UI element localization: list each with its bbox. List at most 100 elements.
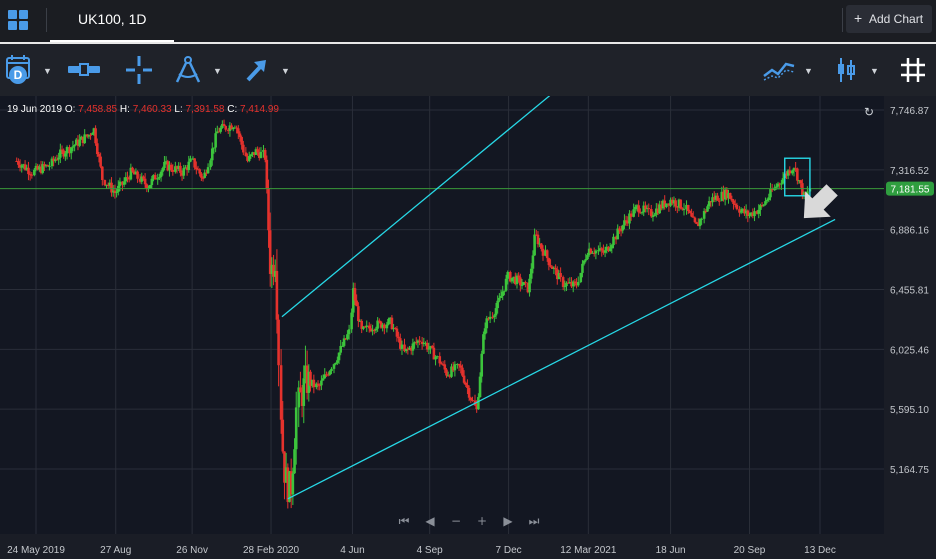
candle-body — [477, 397, 480, 410]
candle-body — [256, 149, 259, 153]
candle-body — [649, 208, 653, 217]
candle-body — [698, 219, 702, 227]
chevron-down-icon[interactable]: ▼ — [804, 66, 813, 76]
chart-area[interactable]: 7,746.87 7,316.52 6,886.16 6,455.81 6,025.46… — [0, 96, 936, 559]
candle-body — [55, 159, 59, 161]
candle-body — [584, 259, 588, 261]
high-value: 7,460.33 — [132, 104, 172, 115]
candle-body — [582, 260, 586, 264]
candle-body — [674, 200, 677, 207]
chevron-down-icon[interactable]: ▼ — [870, 66, 879, 76]
candle-body — [198, 169, 201, 174]
add-chart-button[interactable]: + Add Chart — [846, 5, 932, 33]
x-tick-label: 24 May 2019 — [7, 545, 65, 556]
candle-body — [259, 151, 263, 158]
candle-body — [634, 206, 637, 210]
candle-body — [693, 217, 697, 223]
nav-zoom-in-icon[interactable]: + — [477, 514, 487, 528]
candle-body — [788, 170, 792, 174]
candle-body — [482, 334, 485, 354]
candle-body — [275, 270, 279, 320]
nav-last-icon[interactable]: ⏭ — [529, 514, 540, 528]
candle-body — [528, 278, 531, 293]
candle-body — [503, 290, 506, 292]
candle-body — [457, 364, 461, 366]
candle-body — [90, 133, 94, 135]
candle-body — [95, 143, 99, 155]
nav-prev-icon[interactable]: ◀ — [425, 514, 435, 528]
candle-body — [733, 203, 737, 205]
candle-body — [143, 178, 147, 185]
candle-body — [71, 146, 75, 148]
chevron-down-icon[interactable]: ▼ — [281, 66, 290, 76]
compass-ruler-icon[interactable] — [172, 54, 206, 86]
x-tick-label: 4 Sep — [417, 545, 444, 556]
candle-body — [411, 343, 415, 351]
low-value: 7,391.58 — [185, 104, 225, 115]
crosshair-icon[interactable] — [124, 54, 154, 86]
candle-body — [653, 214, 656, 216]
horizontal-line-tool-icon[interactable] — [66, 54, 102, 86]
candle-body — [483, 328, 487, 335]
candle-body — [73, 145, 76, 147]
candle-body — [790, 170, 794, 174]
candle-body — [425, 342, 429, 350]
candle-body — [764, 201, 767, 205]
nav-first-icon[interactable]: ⏮ — [399, 514, 410, 528]
ohlc-legend: 19 Jun 2019 O: 7,458.85 H: 7,460.33 L: 7… — [7, 104, 279, 115]
candle-body — [293, 449, 296, 474]
candle-body — [603, 250, 607, 253]
candle-body — [501, 291, 505, 297]
candle-body — [533, 234, 536, 256]
chart-type-icon[interactable] — [834, 54, 858, 86]
y-tick-label: 6,025.46 — [890, 345, 929, 356]
candle-body — [459, 365, 463, 368]
close-value: 7,414.99 — [240, 104, 279, 115]
candle-body — [466, 384, 469, 388]
tab-uk100[interactable]: UK100, 1D — [50, 0, 174, 42]
chevron-down-icon[interactable]: ▼ — [213, 66, 222, 76]
candle-body — [679, 199, 682, 209]
indicators-icon[interactable] — [762, 54, 798, 86]
candle-body — [346, 334, 349, 340]
candle-body — [212, 147, 216, 149]
candle-body — [187, 161, 191, 170]
x-tick-label: 12 Mar 2021 — [560, 545, 617, 556]
nav-next-icon[interactable]: ▶ — [503, 514, 513, 528]
candle-body — [206, 167, 210, 174]
refresh-icon[interactable]: ↻ — [864, 105, 874, 119]
channel-upper[interactable] — [281, 96, 551, 318]
calendar-icon[interactable]: D — [4, 54, 36, 86]
candle-body — [27, 167, 30, 175]
tab-label: UK100, 1D — [78, 11, 147, 27]
y-tick-label: 7,746.87 — [890, 106, 929, 117]
candle-body — [695, 222, 698, 224]
candle-body — [730, 198, 734, 201]
candle-body — [236, 128, 240, 134]
candle-body — [462, 375, 466, 383]
candle-body — [291, 473, 295, 495]
down-arrow[interactable] — [791, 177, 845, 231]
candle-body — [491, 316, 494, 318]
nav-zoom-out-icon[interactable]: − — [451, 514, 461, 528]
candle-body — [353, 288, 357, 301]
candle-body — [249, 154, 253, 157]
chevron-down-icon[interactable]: ▼ — [43, 66, 52, 76]
channel-lower[interactable] — [287, 218, 836, 500]
candle-body — [153, 174, 157, 180]
grid-toggle-icon[interactable] — [898, 54, 928, 86]
candle-body — [453, 364, 457, 371]
candle-body — [367, 325, 371, 329]
price-chart[interactable]: 7,746.87 7,316.52 6,886.16 6,455.81 6,025.46… — [0, 96, 936, 559]
layout-grid-icon[interactable] — [6, 8, 30, 32]
candle-body — [193, 158, 196, 168]
candle-body — [688, 211, 692, 213]
date-range-letter: D — [14, 68, 23, 82]
arrow-tool-icon[interactable] — [244, 54, 270, 86]
candle-body — [554, 267, 557, 270]
candle-body — [94, 128, 97, 144]
candle-body — [517, 275, 520, 278]
candle-body — [545, 250, 549, 259]
drawing-toolbar: D ▼ ▼ ▼ ▼ ▼ — [0, 44, 936, 96]
candle-body — [321, 378, 325, 381]
